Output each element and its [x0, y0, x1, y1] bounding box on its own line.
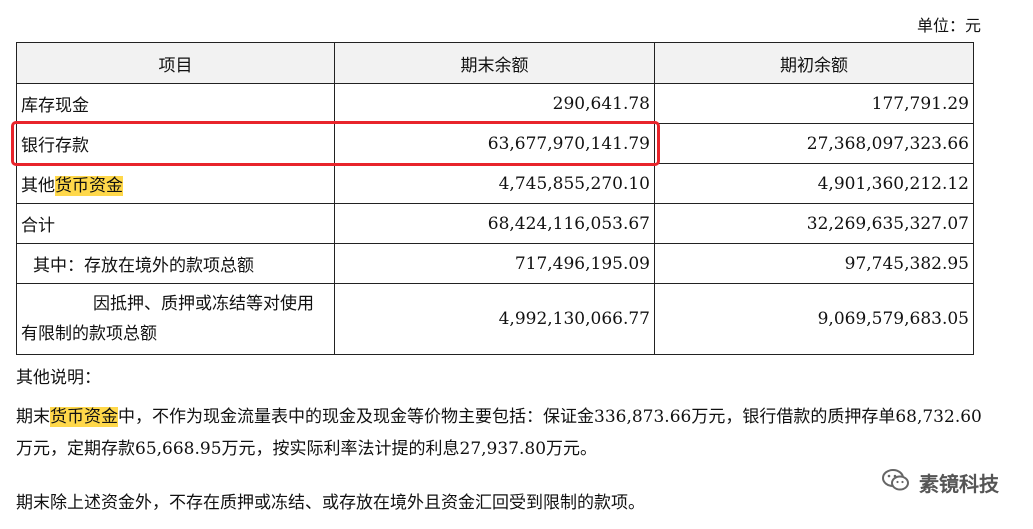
column-header-item: 项目 — [16, 42, 335, 84]
cash-balance-table: 项目 期末余额 期初余额 库存现金 290,641.78 177,791.29 … — [16, 42, 974, 355]
table-row: 合计 68,424,116,053.67 32,269,635,327.07 — [16, 203, 974, 244]
unit-label: 单位：元 — [916, 16, 981, 35]
table-header-row: 项目 期末余额 期初余额 — [16, 42, 974, 84]
wechat-icon — [881, 467, 911, 498]
label-line-2: 有限制的款项总额 — [21, 324, 157, 344]
para1-prefix: 期末 — [16, 407, 50, 427]
notes-paragraph-1: 期末货币资金中，不作为现金流量表中的现金及现金等价物主要包括：保证金336,87… — [16, 401, 993, 465]
row-label-cash-on-hand: 库存现金 — [16, 83, 335, 124]
begin-balance-cell: 4,901,360,212.12 — [654, 163, 974, 204]
notes-paragraph-2: 期末除上述资金外，不存在质押或冻结、或存放在境外且资金汇回受到限制的款项。 — [16, 493, 645, 513]
notes-title: 其他说明： — [16, 368, 101, 388]
end-balance-cell: 63,677,970,141.79 — [334, 123, 655, 164]
row-label-other-monetary-funds: 其他货币资金 — [16, 163, 335, 204]
column-header-begin-balance: 期初余额 — [654, 42, 974, 84]
end-balance-cell: 68,424,116,053.67 — [334, 203, 655, 244]
begin-balance-cell: 27,368,097,323.66 — [654, 123, 974, 164]
column-header-end-balance: 期末余额 — [334, 42, 655, 84]
row-label-total: 合计 — [16, 203, 335, 244]
end-balance-cell: 290,641.78 — [334, 83, 655, 124]
table-row: 库存现金 290,641.78 177,791.29 — [16, 83, 974, 124]
end-balance-cell: 717,496,195.09 — [334, 243, 655, 284]
table-row: 其他货币资金 4,745,855,270.10 4,901,360,212.12 — [16, 163, 974, 204]
row-label-bank-deposits: 银行存款 — [16, 123, 335, 164]
end-balance-cell: 4,745,855,270.10 — [334, 163, 655, 204]
highlighted-term: 货币资金 — [55, 176, 123, 196]
label-line-1: 因抵押、质押或冻结等对使用 — [93, 294, 314, 314]
end-balance-cell: 4,992,130,066.77 — [334, 283, 655, 355]
watermark: 素镜科技 — [879, 467, 1001, 498]
table-row: 银行存款 63,677,970,141.79 27,368,097,323.66 — [16, 123, 974, 164]
table-row: 其中：存放在境外的款项总额 717,496,195.09 97,745,382.… — [16, 243, 974, 284]
label-prefix: 其他 — [21, 176, 55, 196]
table-row: 因抵押、质押或冻结等对使用有限制的款项总额 4,992,130,066.77 9… — [16, 283, 974, 355]
highlighted-term: 货币资金 — [50, 407, 118, 427]
row-label-overseas-deposits: 其中：存放在境外的款项总额 — [16, 243, 335, 284]
begin-balance-cell: 177,791.29 — [654, 83, 974, 124]
begin-balance-cell: 32,269,635,327.07 — [654, 203, 974, 244]
watermark-text: 素镜科技 — [919, 472, 999, 496]
para1-rest: 中，不作为现金流量表中的现金及现金等价物主要包括：保证金336,873.66万元… — [16, 407, 982, 459]
begin-balance-cell: 97,745,382.95 — [654, 243, 974, 284]
row-label-restricted-funds: 因抵押、质押或冻结等对使用有限制的款项总额 — [16, 283, 335, 355]
begin-balance-cell: 9,069,579,683.05 — [654, 283, 974, 355]
